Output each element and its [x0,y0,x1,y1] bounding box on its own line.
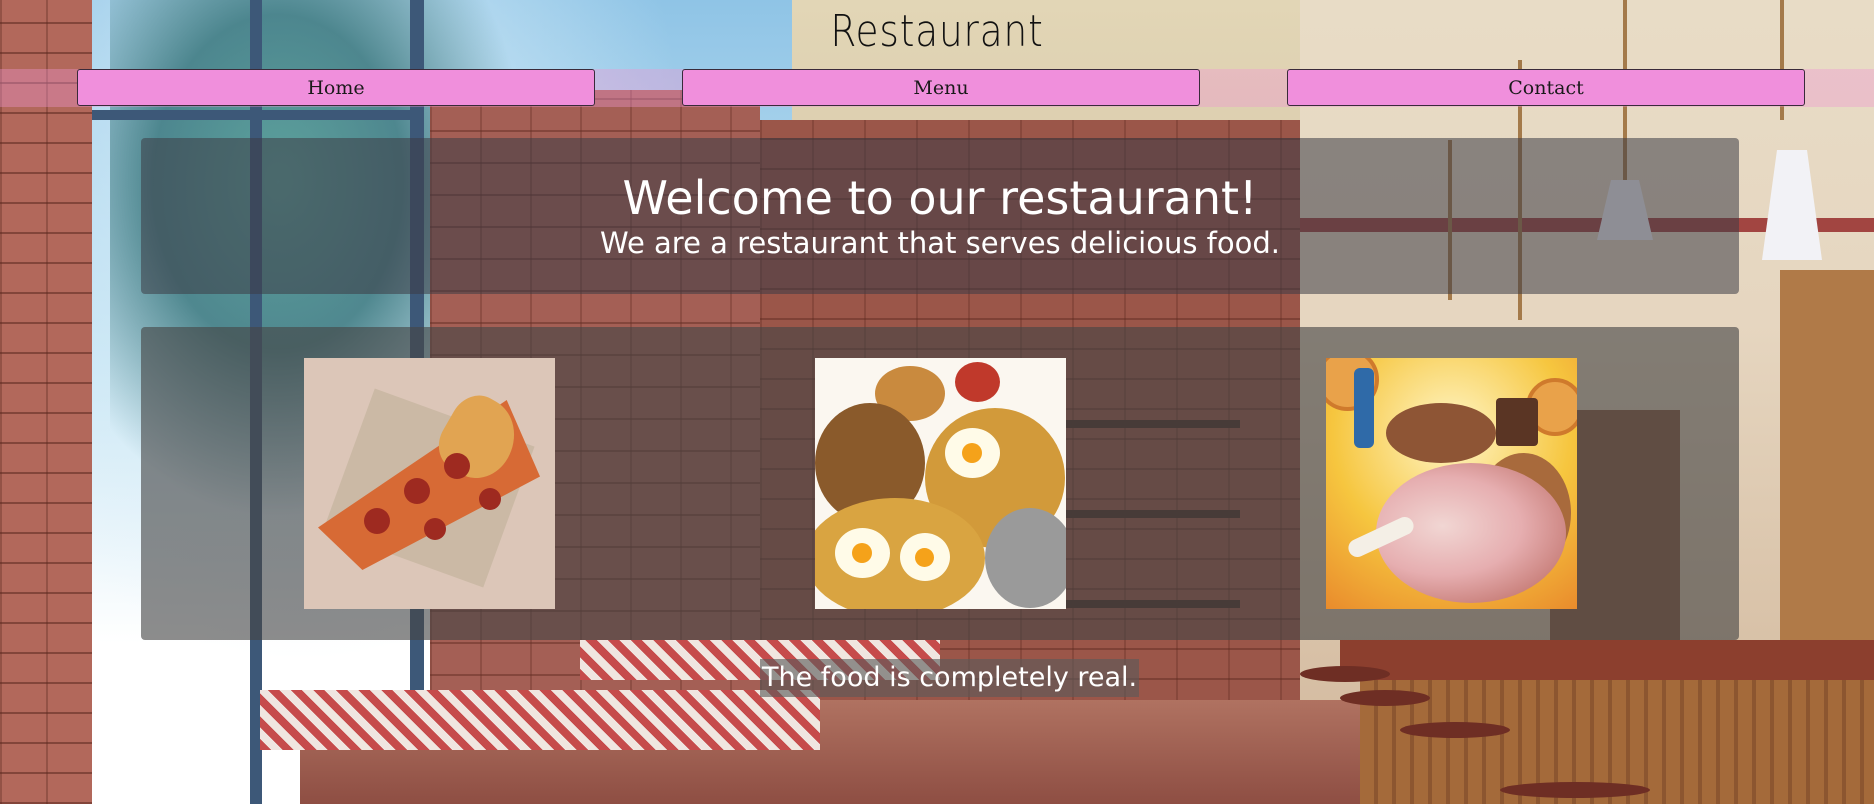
bar-counter [1340,640,1874,680]
pepperoni [404,478,430,504]
nav-contact-button[interactable]: Contact [1287,69,1805,106]
egg-yolk [962,443,982,463]
pepperoni [479,488,501,510]
mixed-dishes-image [815,358,1066,609]
welcome-heading: Welcome to our restaurant! [622,171,1258,225]
welcome-panel: Welcome to our restaurant! We are a rest… [141,138,1739,294]
sauce-bowl [955,362,1000,402]
dumpling-bowl [985,508,1066,608]
bar-stool [1400,722,1510,738]
bar-stool [1500,782,1650,798]
welcome-subheading: We are a restaurant that serves deliciou… [599,226,1280,260]
nav-menu-button[interactable]: Menu [682,69,1200,106]
pizza-slice-image [304,358,555,609]
steak [1386,403,1496,463]
pepperoni [364,508,390,534]
pepperoni [444,453,470,479]
bottle [1354,368,1374,448]
egg-yolk [852,543,872,563]
bar-stool [1300,666,1390,682]
caption: The food is completely real. [760,659,1140,697]
food-gallery [141,327,1739,640]
brick-wall-left [0,0,92,804]
bar-stool [1340,690,1430,706]
egg-yolk [915,548,934,567]
pepperoni [424,518,446,540]
feast-image [1326,358,1577,609]
nav-home-button[interactable]: Home [77,69,595,106]
site-title: Restaurant [830,5,1044,57]
nav-bar: Home Menu Contact [0,69,1874,107]
wall-cabinet [1780,270,1874,690]
mug [1496,398,1538,446]
dining-table [260,690,820,750]
